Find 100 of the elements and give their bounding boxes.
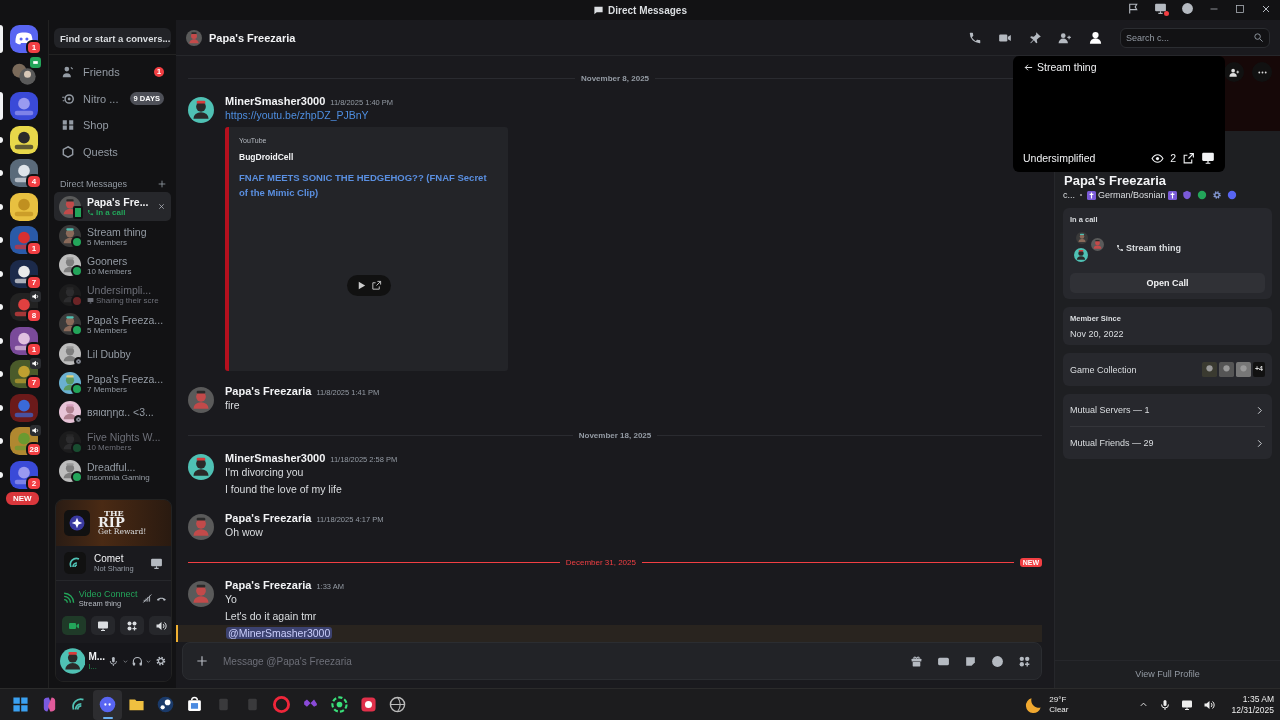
dm-name: Five Nights W... <box>87 431 162 444</box>
open-call-button[interactable]: Open Call <box>1070 273 1265 293</box>
message-text: fire <box>225 398 241 413</box>
call-indicator-icon <box>30 56 41 68</box>
unread-count-badge: 7 <box>26 375 42 390</box>
nav-item[interactable]: Shop <box>54 112 171 139</box>
clock-date[interactable]: 12/31/2025 <box>1231 704 1274 716</box>
unread-indicator <box>0 270 3 277</box>
status-icon <box>71 294 83 307</box>
browser-icon[interactable] <box>389 696 406 713</box>
avatar <box>1074 248 1088 262</box>
settings-icon[interactable] <box>155 655 167 667</box>
nav-item[interactable]: Friends 1 <box>54 59 171 86</box>
screen-icon[interactable] <box>1154 2 1167 15</box>
sticker-icon[interactable] <box>964 654 977 668</box>
play-button[interactable] <box>346 275 391 296</box>
author-name[interactable]: Papa's Freezaria <box>225 385 312 397</box>
record-icon[interactable] <box>360 696 377 713</box>
back-arrow-icon[interactable] <box>1023 61 1034 73</box>
add-icon[interactable] <box>157 179 167 189</box>
dm-subtitle: Sharing their scre <box>96 296 159 306</box>
windows-icon[interactable] <box>12 696 29 713</box>
embed-title[interactable]: FNAF MEETS SONIC THE HEDGEHOG?? (FNAF Secret of the Mimic Clip) <box>239 170 498 200</box>
add-friend-icon[interactable] <box>1058 30 1072 45</box>
server-icon[interactable] <box>10 92 38 120</box>
search-button[interactable]: Find or start a convers... <box>54 28 171 48</box>
microphone-icon[interactable] <box>108 655 119 667</box>
temperature[interactable]: 29°F <box>1049 694 1069 705</box>
new-badge[interactable]: NEW <box>4 490 41 507</box>
mutuals-row[interactable]: Mutual Servers — 1 <box>1070 394 1265 426</box>
screen-share-button[interactable] <box>91 616 115 635</box>
caret-icon[interactable] <box>145 657 153 665</box>
add-icon[interactable] <box>195 654 209 668</box>
copilot-icon[interactable] <box>41 696 58 713</box>
author-name[interactable]: MinerSmasher3000 <box>225 452 326 464</box>
dm-item[interactable]: Undersimpli... Sharing their scre <box>54 280 171 310</box>
camera-button[interactable] <box>62 616 86 635</box>
message-link[interactable]: https://youtu.be/zhpDZ_PJBnY <box>225 107 369 124</box>
search-field[interactable]: Search c... <box>1120 27 1270 48</box>
notification-badge: 1 <box>154 67 164 78</box>
server-icon[interactable] <box>10 125 38 154</box>
author-name[interactable]: Papa's Freezaria <box>225 512 312 524</box>
dm-name: Dreadful... <box>87 460 137 473</box>
screen-share-icon[interactable] <box>150 556 163 570</box>
dm-item[interactable]: Lil Dubby <box>54 338 171 369</box>
tag-icon <box>1087 190 1096 200</box>
dm-item[interactable]: Papa's Freeza... 7 Members <box>54 368 171 398</box>
nav-item[interactable]: Quests <box>54 138 171 165</box>
soundboard-button[interactable] <box>149 616 171 635</box>
dm-item[interactable]: Five Nights W... 10 Members <box>54 427 171 457</box>
message-field[interactable]: Message @Papa's Freezaria <box>223 655 896 667</box>
gift-icon[interactable] <box>910 654 923 668</box>
dm-item[interactable]: вяιαηηα.. <3... <box>54 397 171 428</box>
dm-item[interactable]: Papa's Fre... In a call <box>54 192 171 222</box>
avatar <box>1076 232 1088 244</box>
call-icon[interactable] <box>968 30 982 45</box>
stream-title[interactable]: Stream thing <box>1037 61 1097 73</box>
dm-item[interactable]: Stream thing 5 Members <box>54 221 171 251</box>
unread-indicator <box>0 92 3 120</box>
search-icon <box>1253 32 1264 43</box>
dm-item[interactable]: Dreadful... Insomnia Gaming <box>54 456 171 486</box>
caret-icon[interactable] <box>121 657 129 665</box>
store-icon[interactable] <box>186 696 203 713</box>
streamer-name: Undersimplified <box>1023 152 1097 164</box>
mutuals-row[interactable]: Mutual Friends — 29 <box>1070 426 1265 459</box>
message-text: Oh wow <box>225 525 264 540</box>
spiral-icon[interactable] <box>331 696 348 713</box>
close-icon[interactable] <box>157 202 166 212</box>
clock-time[interactable]: 1:35 AM <box>1242 693 1274 705</box>
author-name[interactable]: Papa's Freezaria <box>225 579 312 591</box>
apps-icon[interactable] <box>1018 654 1031 668</box>
author-name[interactable]: MinerSmasher3000 <box>225 95 326 107</box>
add-friend-icon <box>1228 66 1240 78</box>
steam-icon[interactable] <box>157 696 174 713</box>
activities-button[interactable] <box>120 616 144 635</box>
pin-icon[interactable] <box>1028 30 1042 45</box>
username: M... <box>88 651 106 662</box>
mention[interactable]: @MinerSmasher3000 <box>226 627 333 639</box>
embed-author[interactable]: BugDroidCell <box>239 152 498 162</box>
opera-icon[interactable] <box>273 696 290 713</box>
profile-icon[interactable] <box>1088 30 1103 45</box>
volume-icon[interactable] <box>1203 698 1216 711</box>
discord-icon[interactable] <box>99 696 116 713</box>
speaker-icon <box>155 619 167 632</box>
call-channel[interactable]: Stream thing <box>1126 243 1181 253</box>
dm-name: Lil Dubby <box>87 347 132 360</box>
headphones-icon[interactable] <box>131 655 143 667</box>
badge-icon <box>1196 190 1207 200</box>
flag-icon[interactable] <box>1127 2 1140 15</box>
microphone-icon[interactable] <box>1159 698 1172 711</box>
unread-count-badge: 1 <box>26 40 42 55</box>
dm-item[interactable]: Papa's Freeza... 5 Members <box>54 309 171 339</box>
avatar <box>59 430 81 453</box>
server-icon[interactable] <box>10 192 38 221</box>
dm-item[interactable]: Gooners 10 Members <box>54 250 171 281</box>
avatar <box>188 454 214 480</box>
maximize-icon[interactable] <box>1234 2 1246 15</box>
avatar <box>59 342 81 365</box>
popout-icon[interactable] <box>1182 151 1195 165</box>
weather-condition[interactable]: Clear <box>1049 704 1069 715</box>
